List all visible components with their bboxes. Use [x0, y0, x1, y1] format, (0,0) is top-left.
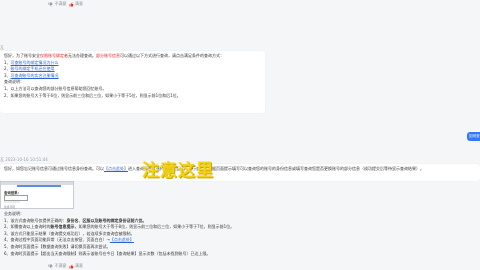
thumbs-down-icon: [48, 2, 53, 6]
message-line: 2、如需查询以上查询时的账号信息提示，如果您的账号大于等于8位，则显示前三位和后…: [4, 224, 416, 231]
message-line: 业务说明：: [4, 211, 416, 218]
thumbs-up-icon: [69, 264, 73, 268]
bot-message-notes: 业务说明： 1、该方式查询账号仅提供正确的：身份名、区服以及账号的绑定身份证前六位…: [0, 209, 420, 256]
annotation-banner: 注意这里: [142, 161, 214, 181]
message-line: 您好，如您忘记账号信息可通过账号信息身份查询。可以【点击此处】进入查询页面，选择…: [4, 166, 476, 173]
bot-message-bubble: 您好，为了账号安全仅限账号绑定者无法办理查询。部分账号信息可以通过以下方式进行查…: [0, 51, 265, 113]
like-label: 满意: [75, 1, 83, 6]
message-text: 您好，如您忘记账号信息可通过账号信息身份查询。可以: [4, 166, 104, 171]
dislike-button[interactable]: 不满意: [48, 1, 67, 7]
message-link[interactable]: 账号的绑定手机还在使用: [11, 66, 55, 71]
message-line: 2、如果您的账号大于等于6位，则显示前三位和后三位，如果小于等于5位，则显示前1…: [4, 93, 261, 100]
message-line: 3、可查询账号的实名注册情况: [4, 73, 261, 80]
message-text: 2、如果您的账号大于等于6位，则显示前三位和后三位，如果小于等于5位，则显示前1…: [4, 92, 181, 98]
message-text: 1、该方式查询账号仅提供正确的：: [4, 217, 67, 223]
message-line: 6、查询时页面提示【超出当天查询限制】则表示该账号在今日【查询结果】显示次数（包…: [4, 251, 416, 256]
bot-message-bubble-2: 您好，如您忘记账号信息可通过账号信息身份查询。可以【点击此处】进入查询页面，选择…: [0, 164, 480, 181]
message-line: 2、账号的绑定手机还在使用: [4, 66, 261, 73]
message-link[interactable]: 【点击此处】: [110, 237, 134, 242]
message-text: 查询说明：: [4, 79, 24, 85]
message-link[interactable]: 可查询账号的实名注册情况: [11, 73, 59, 78]
message-line: 5、查询时页面提示【数据查询失败】请切换页面再次尝试。: [4, 244, 416, 251]
message-text: 6、查询时页面提示【超出当天查询限制】则表示该账号在今日【查询结果】显示次数（包…: [4, 250, 211, 256]
message-line: 您好，为了账号安全仅限账号绑定者无法办理查询。部分账号信息可以通过以下方式进行查…: [4, 53, 261, 60]
message-text: 业务说明：: [4, 211, 24, 216]
message-line: 1、以上方法可以查询您的部分账号信息帮助您回忆账号。: [4, 86, 261, 93]
feedback-row-bottom: 不满意 满意: [48, 263, 83, 269]
thumbs-down-icon: [48, 264, 53, 268]
like-button-2[interactable]: 满意: [69, 263, 83, 269]
query-result-screenshot[interactable]: 查询结果： 信息不符: [0, 181, 74, 209]
dislike-label: 不满意: [54, 1, 67, 6]
feedback-row-top: 不满意 满意: [48, 1, 83, 7]
message-text: 2、如需查询以上查询时的: [4, 224, 51, 230]
thumb-highlight-bar: [17, 185, 61, 188]
message-text: 无法办理查询。: [68, 53, 96, 58]
message-text: 账号信息提示: [50, 224, 75, 230]
message-line: 4、查询过程中页面功能异常（无法点击按钮、页面白白）→【点击此处】: [4, 237, 416, 244]
like-label: 满意: [75, 263, 83, 268]
message-link[interactable]: 可查账号的绑定情况为什么: [11, 60, 59, 65]
message-text: ，如果您的账号大于等于8位，则显示前三位和后三位，如果小于等于7位，则显示前1位…: [74, 224, 235, 230]
bot-sender-info-2: 瓦 2023-10-16 10:51:44: [0, 157, 48, 162]
message-text: 5、查询时页面提示【数据查询失败】请切换页面再次尝试。: [4, 243, 111, 249]
thumb-result-line: [4, 201, 20, 203]
dislike-label: 不满意: [54, 263, 67, 268]
like-button[interactable]: 满意: [69, 1, 83, 7]
message-text: 4、查询过程中页面功能异常（无法点击按钮、页面白白）→: [4, 237, 110, 243]
dislike-button-2[interactable]: 不满意: [48, 263, 67, 269]
message-text: 部分账号信息: [96, 53, 120, 58]
message-line: 查询说明：: [4, 79, 261, 86]
message-link[interactable]: 【点击此处】: [104, 166, 128, 171]
message-text: 3、该方式只能显示结果（查询提交成功后），若连续多次查询会被限制。: [4, 230, 135, 236]
message-text: 可以通过以下方式进行查询，请点击满足条件的查询方式：: [120, 53, 224, 58]
message-text: 仅限账号绑定者: [40, 53, 68, 58]
thumbs-up-icon: [69, 2, 73, 6]
message-text: 1、以上方法可以查询您的部分账号信息帮助您回忆账号。: [4, 85, 107, 91]
message-text: 您好，为了账号安全: [4, 53, 40, 58]
message-text: 身份名、区服以及账号的绑定身份证前六位。: [66, 217, 147, 223]
user-message-bubble: 如何查询账号信息: [467, 132, 480, 141]
